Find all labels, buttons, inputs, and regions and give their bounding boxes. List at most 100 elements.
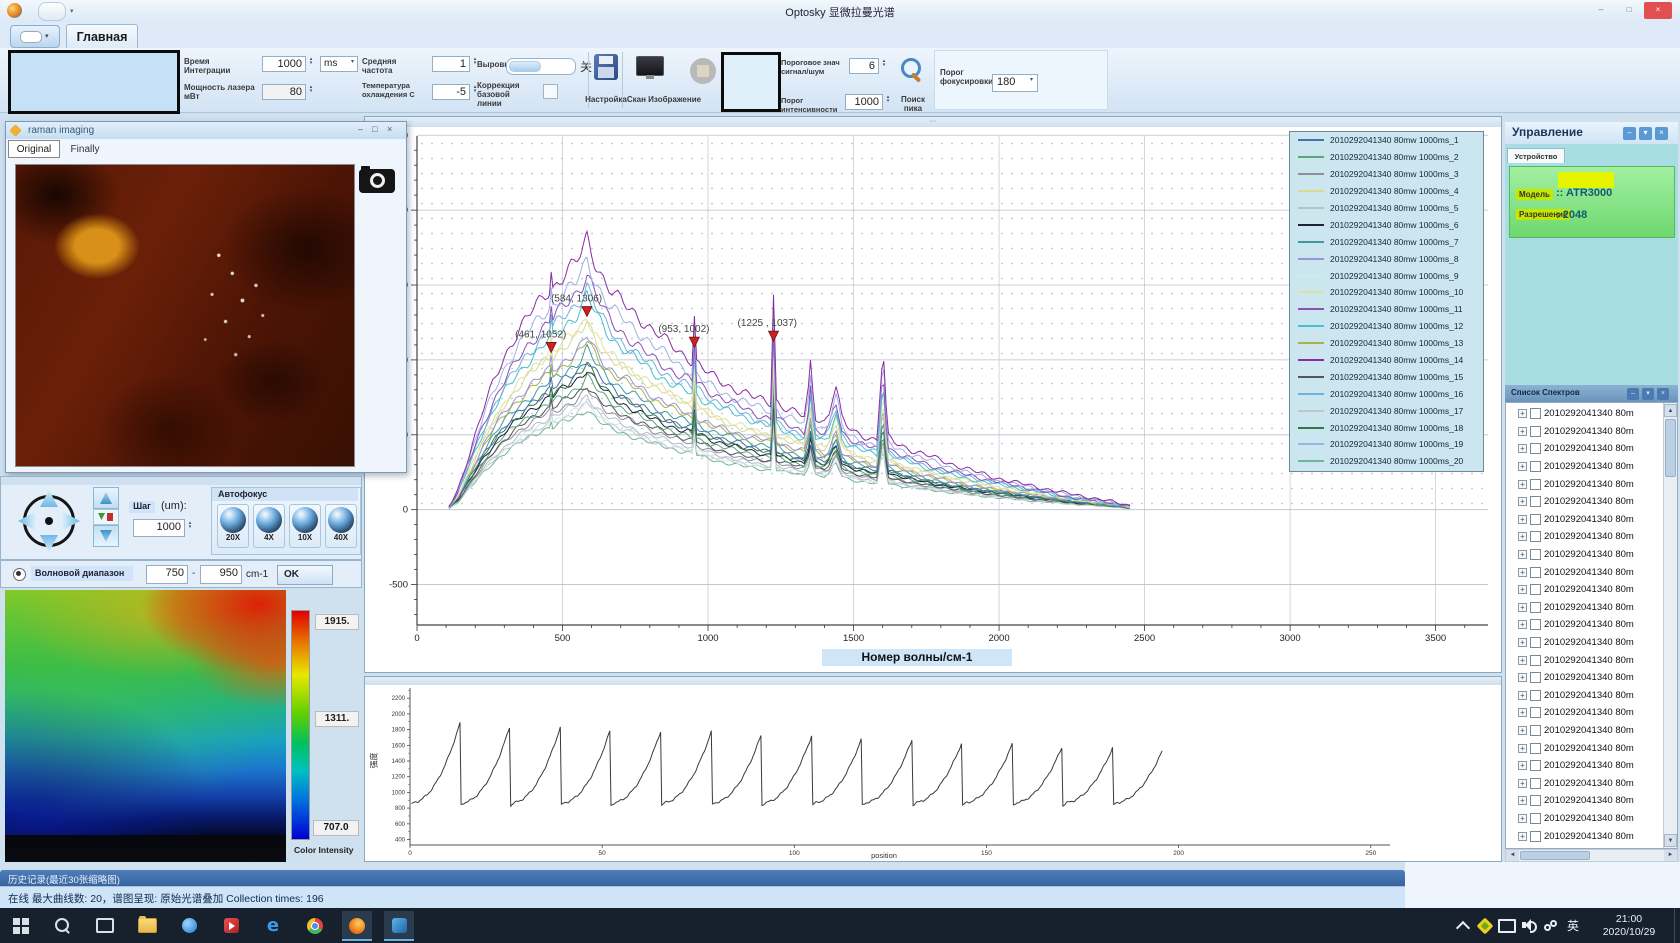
camera-icon[interactable] [359, 169, 395, 193]
expand-icon[interactable]: + [1518, 832, 1527, 841]
spectra-list-item[interactable]: +2010292041340 80m [1506, 739, 1662, 757]
spectra-checkbox[interactable] [1530, 795, 1541, 806]
spectra-checkbox[interactable] [1530, 408, 1541, 419]
expand-icon[interactable]: + [1518, 656, 1527, 665]
scan-monitor-icon[interactable] [636, 56, 664, 76]
expand-icon[interactable]: + [1518, 761, 1527, 770]
spectra-list-item[interactable]: +2010292041340 80m [1506, 651, 1662, 669]
control-close-button[interactable]: × [1655, 127, 1668, 140]
expand-icon[interactable]: + [1518, 796, 1527, 805]
spectra-list-item[interactable]: +2010292041340 80m [1506, 792, 1662, 810]
ok-button[interactable]: OK [277, 565, 333, 585]
laser-power-input[interactable]: 80 [262, 84, 306, 100]
expand-icon[interactable]: + [1518, 638, 1527, 647]
snr-input[interactable]: 6 [849, 58, 879, 74]
intensity-spinner[interactable]: ▴▾ [884, 95, 892, 103]
display-icon[interactable] [1496, 911, 1518, 941]
task-view-icon[interactable] [90, 911, 120, 941]
integration-spinner[interactable]: ▴▾ [307, 57, 315, 65]
imaging-close-icon[interactable]: × [387, 124, 392, 134]
expand-icon[interactable]: + [1518, 620, 1527, 629]
vertical-scrollbar[interactable]: ▲ ▼ [1663, 403, 1677, 848]
snr-spinner[interactable]: ▴▾ [880, 59, 888, 67]
spectra-list-item[interactable]: +2010292041340 80m [1506, 440, 1662, 458]
expand-icon[interactable]: + [1518, 691, 1527, 700]
step-input[interactable]: 1000 [133, 519, 185, 537]
imaging-maximize-icon[interactable]: □ [372, 124, 377, 134]
spectra-list-item[interactable]: +2010292041340 80m [1506, 493, 1662, 511]
expand-icon[interactable]: + [1518, 744, 1527, 753]
spectra-list-item[interactable]: +2010292041340 80m [1506, 546, 1662, 564]
expand-icon[interactable]: + [1518, 497, 1527, 506]
z-down-button[interactable] [93, 525, 119, 547]
expand-icon[interactable]: + [1518, 814, 1527, 823]
expand-icon[interactable]: + [1518, 708, 1527, 717]
spectra-list-item[interactable]: +2010292041340 80m [1506, 757, 1662, 775]
search-icon[interactable] [48, 911, 78, 941]
expand-icon[interactable]: + [1518, 480, 1527, 489]
align-switch-label[interactable]: 关 [580, 58, 592, 75]
expand-icon[interactable]: + [1518, 568, 1527, 577]
spectra-checkbox[interactable] [1530, 655, 1541, 666]
spectra-list-item[interactable]: +2010292041340 80m [1506, 704, 1662, 722]
minimize-button[interactable]: – [1588, 3, 1614, 16]
spectra-list-item[interactable]: +2010292041340 80m [1506, 423, 1662, 441]
spectra-list-item[interactable]: +2010292041340 80m [1506, 634, 1662, 652]
app-menu-button[interactable]: ▾ [10, 25, 60, 48]
expand-icon[interactable]: + [1518, 532, 1527, 541]
expand-icon[interactable]: + [1518, 550, 1527, 559]
spectra-checkbox[interactable] [1530, 531, 1541, 542]
spectra-list-item[interactable]: +2010292041340 80m [1506, 687, 1662, 705]
peak-search-icon[interactable] [899, 56, 925, 84]
spectra-checkbox[interactable] [1530, 426, 1541, 437]
spectra-checkbox[interactable] [1530, 584, 1541, 595]
h-scroll-thumb[interactable] [1520, 851, 1590, 860]
spectra-checkbox[interactable] [1530, 707, 1541, 718]
expand-icon[interactable]: + [1518, 409, 1527, 418]
tab-finally[interactable]: Finally [62, 141, 108, 158]
media-app-icon[interactable] [216, 911, 246, 941]
expand-icon[interactable]: + [1518, 726, 1527, 735]
scroll-right-icon[interactable]: ► [1664, 850, 1677, 861]
objective-knob-10x[interactable]: 10X [289, 504, 321, 548]
chevron-up-icon[interactable] [1452, 911, 1474, 941]
file-explorer-icon[interactable] [132, 911, 162, 941]
spectra-checkbox[interactable] [1530, 496, 1541, 507]
stop-circle-icon[interactable] [690, 58, 716, 84]
control-panel-header[interactable]: Управление – ▾ × [1505, 122, 1678, 144]
expand-icon[interactable]: + [1518, 603, 1527, 612]
spectra-checkbox[interactable] [1530, 760, 1541, 771]
spectra-checkbox[interactable] [1530, 831, 1541, 842]
avg-freq-input[interactable]: 1 [432, 56, 470, 72]
firefox-icon[interactable] [342, 911, 372, 941]
imaging-title-bar[interactable]: raman imaging – □ × [6, 122, 406, 139]
wave-range-radio[interactable] [13, 568, 26, 581]
spectra-checkbox[interactable] [1530, 479, 1541, 490]
volume-icon[interactable] [1518, 911, 1540, 941]
cooling-temp-input[interactable]: -5 [432, 84, 470, 100]
tab-original[interactable]: Original [8, 140, 60, 158]
baseline-checkbox[interactable] [543, 84, 558, 99]
ribbon-tab-main[interactable]: Главная [66, 24, 138, 48]
integration-input[interactable]: 1000 [262, 56, 306, 72]
expand-icon[interactable]: + [1518, 515, 1527, 524]
xy-dpad[interactable] [19, 491, 79, 551]
spectra-list-item[interactable]: +2010292041340 80m [1506, 810, 1662, 828]
start-icon[interactable] [6, 911, 36, 941]
spectra-checkbox[interactable] [1530, 725, 1541, 736]
spectra-list-item[interactable]: +2010292041340 80m [1506, 475, 1662, 493]
objective-knob-40x[interactable]: 40X [325, 504, 357, 548]
list-close-button[interactable]: × [1657, 388, 1669, 400]
spectra-list-item[interactable]: +2010292041340 80m [1506, 722, 1662, 740]
expand-icon[interactable]: + [1518, 462, 1527, 471]
spectra-list-item[interactable]: +2010292041340 80m [1506, 511, 1662, 529]
expand-icon[interactable]: + [1518, 673, 1527, 682]
horizontal-scrollbar[interactable]: ◄ ► [1505, 849, 1678, 862]
spectra-list-item[interactable]: +2010292041340 80m [1506, 458, 1662, 476]
expand-icon[interactable]: + [1518, 427, 1527, 436]
integration-unit-combo[interactable]: ms▾ [320, 56, 358, 72]
spectra-checkbox[interactable] [1530, 690, 1541, 701]
expand-icon[interactable]: + [1518, 444, 1527, 453]
spectra-list-item[interactable]: +2010292041340 80m [1506, 774, 1662, 792]
spectra-list-item[interactable]: +2010292041340 80m [1506, 616, 1662, 634]
